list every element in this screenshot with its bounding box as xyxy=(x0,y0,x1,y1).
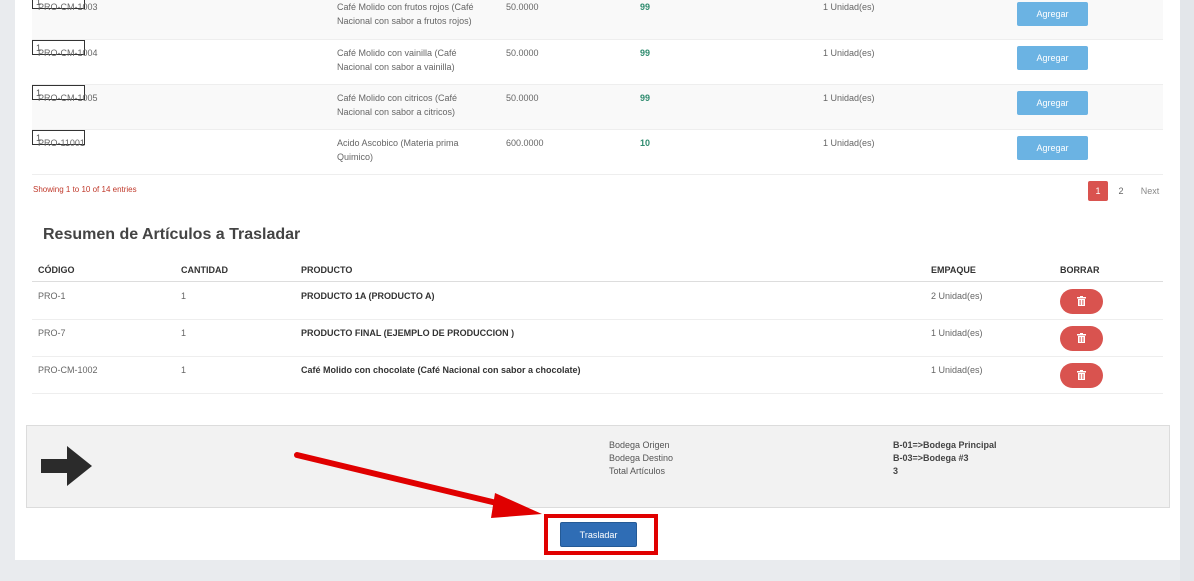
product-description: Acido Ascobico (Materia prima Quimico) xyxy=(337,138,459,162)
total-value: 3 xyxy=(893,466,899,476)
summary-pack: 1 Unidad(es) xyxy=(931,328,983,338)
header-qty: CANTIDAD xyxy=(181,265,228,275)
product-code: PRO-11001 xyxy=(38,138,85,148)
page-1-button[interactable]: 1 xyxy=(1088,181,1108,201)
scrollbar-track[interactable] xyxy=(1180,0,1194,581)
header-pack: EMPAQUE xyxy=(931,265,976,275)
origin-value: B-01=>Bodega Principal xyxy=(893,440,997,450)
summary-row: PRO-7 1 PRODUCTO FINAL (EJEMPLO DE PRODU… xyxy=(32,320,1163,357)
product-description: Café Molido con frutos rojos (Café Nacio… xyxy=(337,2,474,26)
table-row: PRO-CM-1004 Café Molido con vainilla (Ca… xyxy=(32,40,1163,85)
summary-product: PRODUCTO 1A (PRODUCTO A) xyxy=(301,291,435,301)
summary-product: Café Molido con chocolate (Café Nacional… xyxy=(301,365,581,375)
agregar-button[interactable]: Agregar xyxy=(1017,91,1088,115)
product-price: 600.0000 xyxy=(506,138,544,148)
product-price: 50.0000 xyxy=(506,2,539,12)
delete-button[interactable] xyxy=(1060,289,1103,314)
summary-row: PRO-1 1 PRODUCTO 1A (PRODUCTO A) 2 Unida… xyxy=(32,283,1163,320)
summary-qty: 1 xyxy=(181,291,187,301)
product-stock: 99 xyxy=(640,48,651,58)
product-description: Café Molido con vainilla (Café Nacional … xyxy=(337,48,457,72)
header-delete: BORRAR xyxy=(1060,265,1100,275)
agregar-button[interactable]: Agregar xyxy=(1017,136,1088,160)
header-product: PRODUCTO xyxy=(301,265,353,275)
transfer-info-box: Bodega Origen Bodega Destino Total Artíc… xyxy=(26,425,1170,508)
product-pack: 1 Unidad(es) xyxy=(823,48,875,58)
destination-label: Bodega Destino xyxy=(609,453,674,463)
delete-button[interactable] xyxy=(1060,326,1103,351)
product-stock: 10 xyxy=(640,138,651,148)
agregar-button[interactable]: Agregar xyxy=(1017,2,1088,26)
product-pack: 1 Unidad(es) xyxy=(823,138,875,148)
summary-qty: 1 xyxy=(181,365,187,375)
summary-title: Resumen de Artículos a Trasladar xyxy=(43,226,301,243)
next-page-button[interactable]: Next xyxy=(1135,181,1165,201)
product-pack: 1 Unidad(es) xyxy=(823,2,875,12)
trash-icon xyxy=(1077,370,1086,380)
product-stock: 99 xyxy=(640,2,651,12)
trash-icon xyxy=(1077,296,1086,306)
trash-icon xyxy=(1077,333,1086,343)
product-description: Café Molido con citricos (Café Nacional … xyxy=(337,93,458,117)
table-row: PRO-CM-1005 Café Molido con citricos (Ca… xyxy=(32,85,1163,130)
product-price: 50.0000 xyxy=(506,48,539,58)
agregar-button[interactable]: Agregar xyxy=(1017,46,1088,70)
summary-code: PRO-7 xyxy=(38,328,66,338)
arrow-right-icon xyxy=(41,446,92,486)
product-code: PRO-CM-1003 xyxy=(38,2,98,12)
page-2-button[interactable]: 2 xyxy=(1113,181,1129,201)
summary-table-header: CÓDIGO CANTIDAD PRODUCTO EMPAQUE BORRAR xyxy=(32,258,1163,282)
total-label: Total Artículos xyxy=(609,466,666,476)
product-stock: 99 xyxy=(640,93,651,103)
delete-button[interactable] xyxy=(1060,363,1103,388)
summary-pack: 1 Unidad(es) xyxy=(931,365,983,375)
header-code: CÓDIGO xyxy=(38,265,75,275)
product-code: PRO-CM-1004 xyxy=(38,48,98,58)
product-price: 50.0000 xyxy=(506,93,539,103)
trasladar-button[interactable]: Trasladar xyxy=(560,522,637,547)
summary-code: PRO-1 xyxy=(38,291,66,301)
main-panel: PRO-CM-1003 Café Molido con frutos rojos… xyxy=(15,0,1181,560)
table-row: PRO-11001 Acido Ascobico (Materia prima … xyxy=(32,130,1163,175)
table-row: PRO-CM-1003 Café Molido con frutos rojos… xyxy=(32,0,1163,40)
summary-pack: 2 Unidad(es) xyxy=(931,291,983,301)
summary-product: PRODUCTO FINAL (EJEMPLO DE PRODUCCION ) xyxy=(301,328,515,338)
summary-code: PRO-CM-1002 xyxy=(38,365,98,375)
pagination-info: Showing 1 to 10 of 14 entries xyxy=(33,185,137,194)
summary-qty: 1 xyxy=(181,328,187,338)
product-code: PRO-CM-1005 xyxy=(38,93,98,103)
product-pack: 1 Unidad(es) xyxy=(823,93,875,103)
origin-label: Bodega Origen xyxy=(609,440,670,450)
summary-row: PRO-CM-1002 1 Café Molido con chocolate … xyxy=(32,357,1163,394)
destination-value: B-03=>Bodega #3 xyxy=(893,453,969,463)
